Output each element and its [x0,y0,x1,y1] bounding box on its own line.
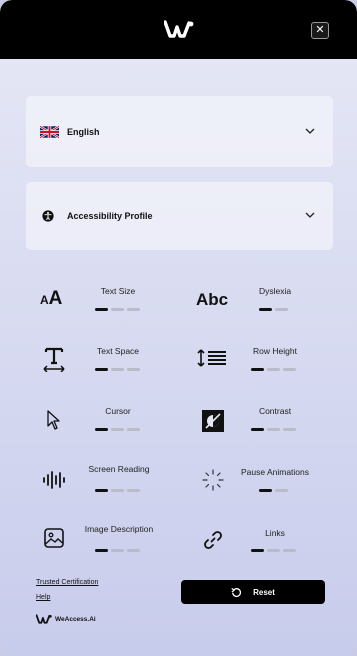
feature-label: Screen Reading [88,464,150,474]
text-space-icon [43,347,65,372]
level-indicator [95,549,140,552]
level-indicator [251,428,296,431]
level-indicator [95,489,140,492]
chevron-down-icon [305,128,315,134]
feature-dyslexia[interactable]: Abc Dyslexia [190,280,325,320]
feature-row-height[interactable]: Row Height [190,340,325,380]
chevron-down-icon [305,212,315,218]
language-selected: English [40,96,100,167]
feature-links[interactable]: Links [190,522,325,562]
feature-text-size[interactable]: AA Text Size [30,280,160,320]
profile-label: Accessibility Profile [67,211,153,221]
level-indicator [95,368,140,371]
dyslexia-font-icon: Abc [196,290,229,309]
feature-label: Row Height [253,346,297,356]
language-dropdown[interactable]: English [26,96,333,167]
feature-label: Dyslexia [258,286,292,296]
brand-footer[interactable]: WeAccess.Ai [36,614,96,624]
reset-icon [231,587,242,597]
feature-label: Links [265,528,285,538]
feature-label: Image Description [84,524,154,534]
level-indicator [95,308,140,311]
level-indicator [95,428,140,431]
level-indicator [259,308,288,311]
links-icon [204,531,222,549]
feature-label: Text Size [100,286,136,296]
feature-label: Contrast [258,406,292,416]
feature-label: Pause Animations [240,467,310,477]
feature-label: Text Space [96,346,140,356]
screen-reading-icon [43,471,65,489]
reset-button[interactable]: Reset [181,580,325,604]
accessibility-person-icon [42,210,54,222]
feature-text-space[interactable]: Text Space [30,340,160,380]
feature-image-description[interactable]: Image Description [30,522,160,562]
panel-header: ✕ [0,0,357,59]
image-description-icon [44,528,64,548]
level-indicator [259,489,288,492]
feature-screen-reading[interactable]: Screen Reading [30,462,160,502]
uk-flag-icon [40,125,59,138]
feature-cursor[interactable]: Cursor [30,400,160,440]
feature-contrast[interactable]: Contrast [190,400,325,440]
help-link[interactable]: Help [36,594,50,601]
accessibility-profile-dropdown[interactable]: Accessibility Profile [26,182,333,250]
text-size-icon: AA [40,288,63,309]
profile-selected: Accessibility Profile [40,182,153,250]
cursor-icon [47,410,60,430]
trusted-certification-link[interactable]: Trusted Certification [36,579,98,586]
feature-pause-animations[interactable]: Pause Animations [190,462,325,502]
close-button[interactable]: ✕ [311,22,329,39]
level-indicator [251,549,296,552]
feature-label: Cursor [105,406,131,416]
contrast-icon [202,410,224,432]
row-height-icon [197,349,226,367]
weaccess-logo-icon [164,20,194,38]
pause-animations-icon [202,469,224,491]
weaccess-logo-icon [36,614,52,624]
level-indicator [251,368,296,371]
language-label: English [67,126,100,137]
reset-label: Reset [253,587,275,597]
accessibility-panel: ✕ English Accessibility Profile AA Text … [0,0,357,656]
brand-name: WeAccess.Ai [55,615,96,623]
